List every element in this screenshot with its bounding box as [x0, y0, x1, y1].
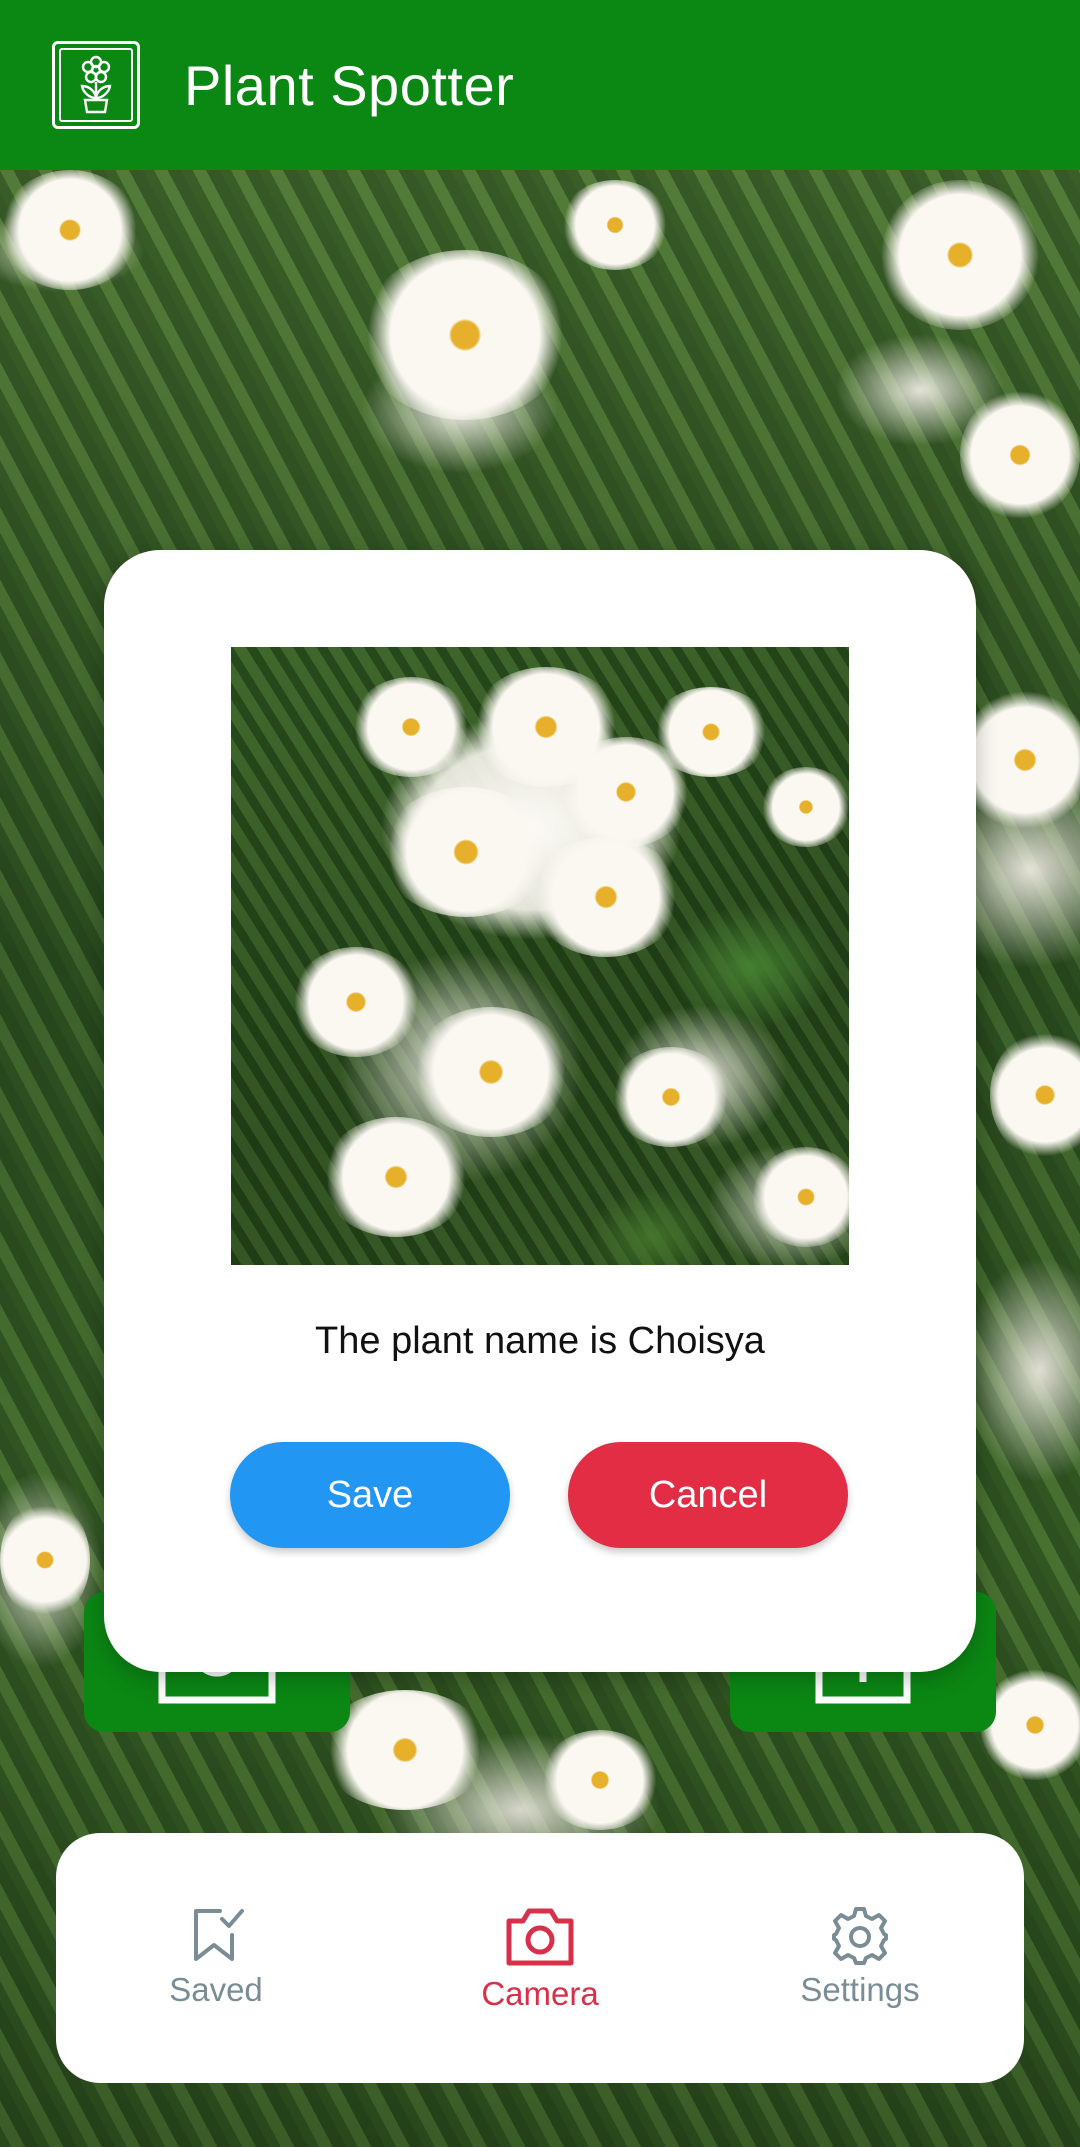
- flower: [560, 180, 670, 270]
- flower: [761, 767, 849, 847]
- flower: [381, 787, 551, 917]
- cancel-button[interactable]: Cancel: [568, 1442, 848, 1548]
- nav-label-saved: Saved: [169, 1971, 263, 2008]
- flower: [360, 250, 570, 420]
- flower: [880, 180, 1040, 330]
- flower: [531, 837, 681, 957]
- flower: [0, 170, 140, 290]
- flower: [291, 947, 421, 1057]
- nav-label-camera: Camera: [481, 1975, 599, 2012]
- flower: [751, 1147, 849, 1247]
- flower: [960, 390, 1080, 520]
- bottom-navigation: Saved Camera Settings: [56, 1833, 1024, 2083]
- flower: [351, 677, 471, 777]
- captured-plant-photo: [231, 647, 849, 1265]
- flower: [960, 690, 1080, 830]
- nav-item-saved[interactable]: Saved: [96, 1905, 336, 2009]
- flower: [611, 1047, 731, 1147]
- save-button[interactable]: Save: [230, 1442, 510, 1548]
- app-bar: Plant Spotter: [0, 0, 1080, 170]
- app-title: Plant Spotter: [184, 53, 515, 117]
- flower: [990, 1030, 1080, 1160]
- nav-label-settings: Settings: [800, 1971, 920, 2008]
- flower: [0, 1500, 90, 1620]
- plant-result-text: The plant name is Choisya: [315, 1320, 765, 1362]
- flower: [651, 687, 771, 777]
- gear-icon: [832, 1907, 888, 1965]
- flower: [411, 1007, 571, 1137]
- result-dialog: The plant name is Choisya Save Cancel: [104, 550, 976, 1672]
- bookmark-check-icon: [194, 1909, 244, 1961]
- flower-pot-icon: [52, 41, 140, 129]
- flower: [540, 1730, 660, 1830]
- nav-item-settings[interactable]: Settings: [740, 1905, 980, 2009]
- nav-item-camera[interactable]: Camera: [420, 1903, 660, 2013]
- camera-icon: [506, 1908, 574, 1966]
- flower: [321, 1117, 471, 1237]
